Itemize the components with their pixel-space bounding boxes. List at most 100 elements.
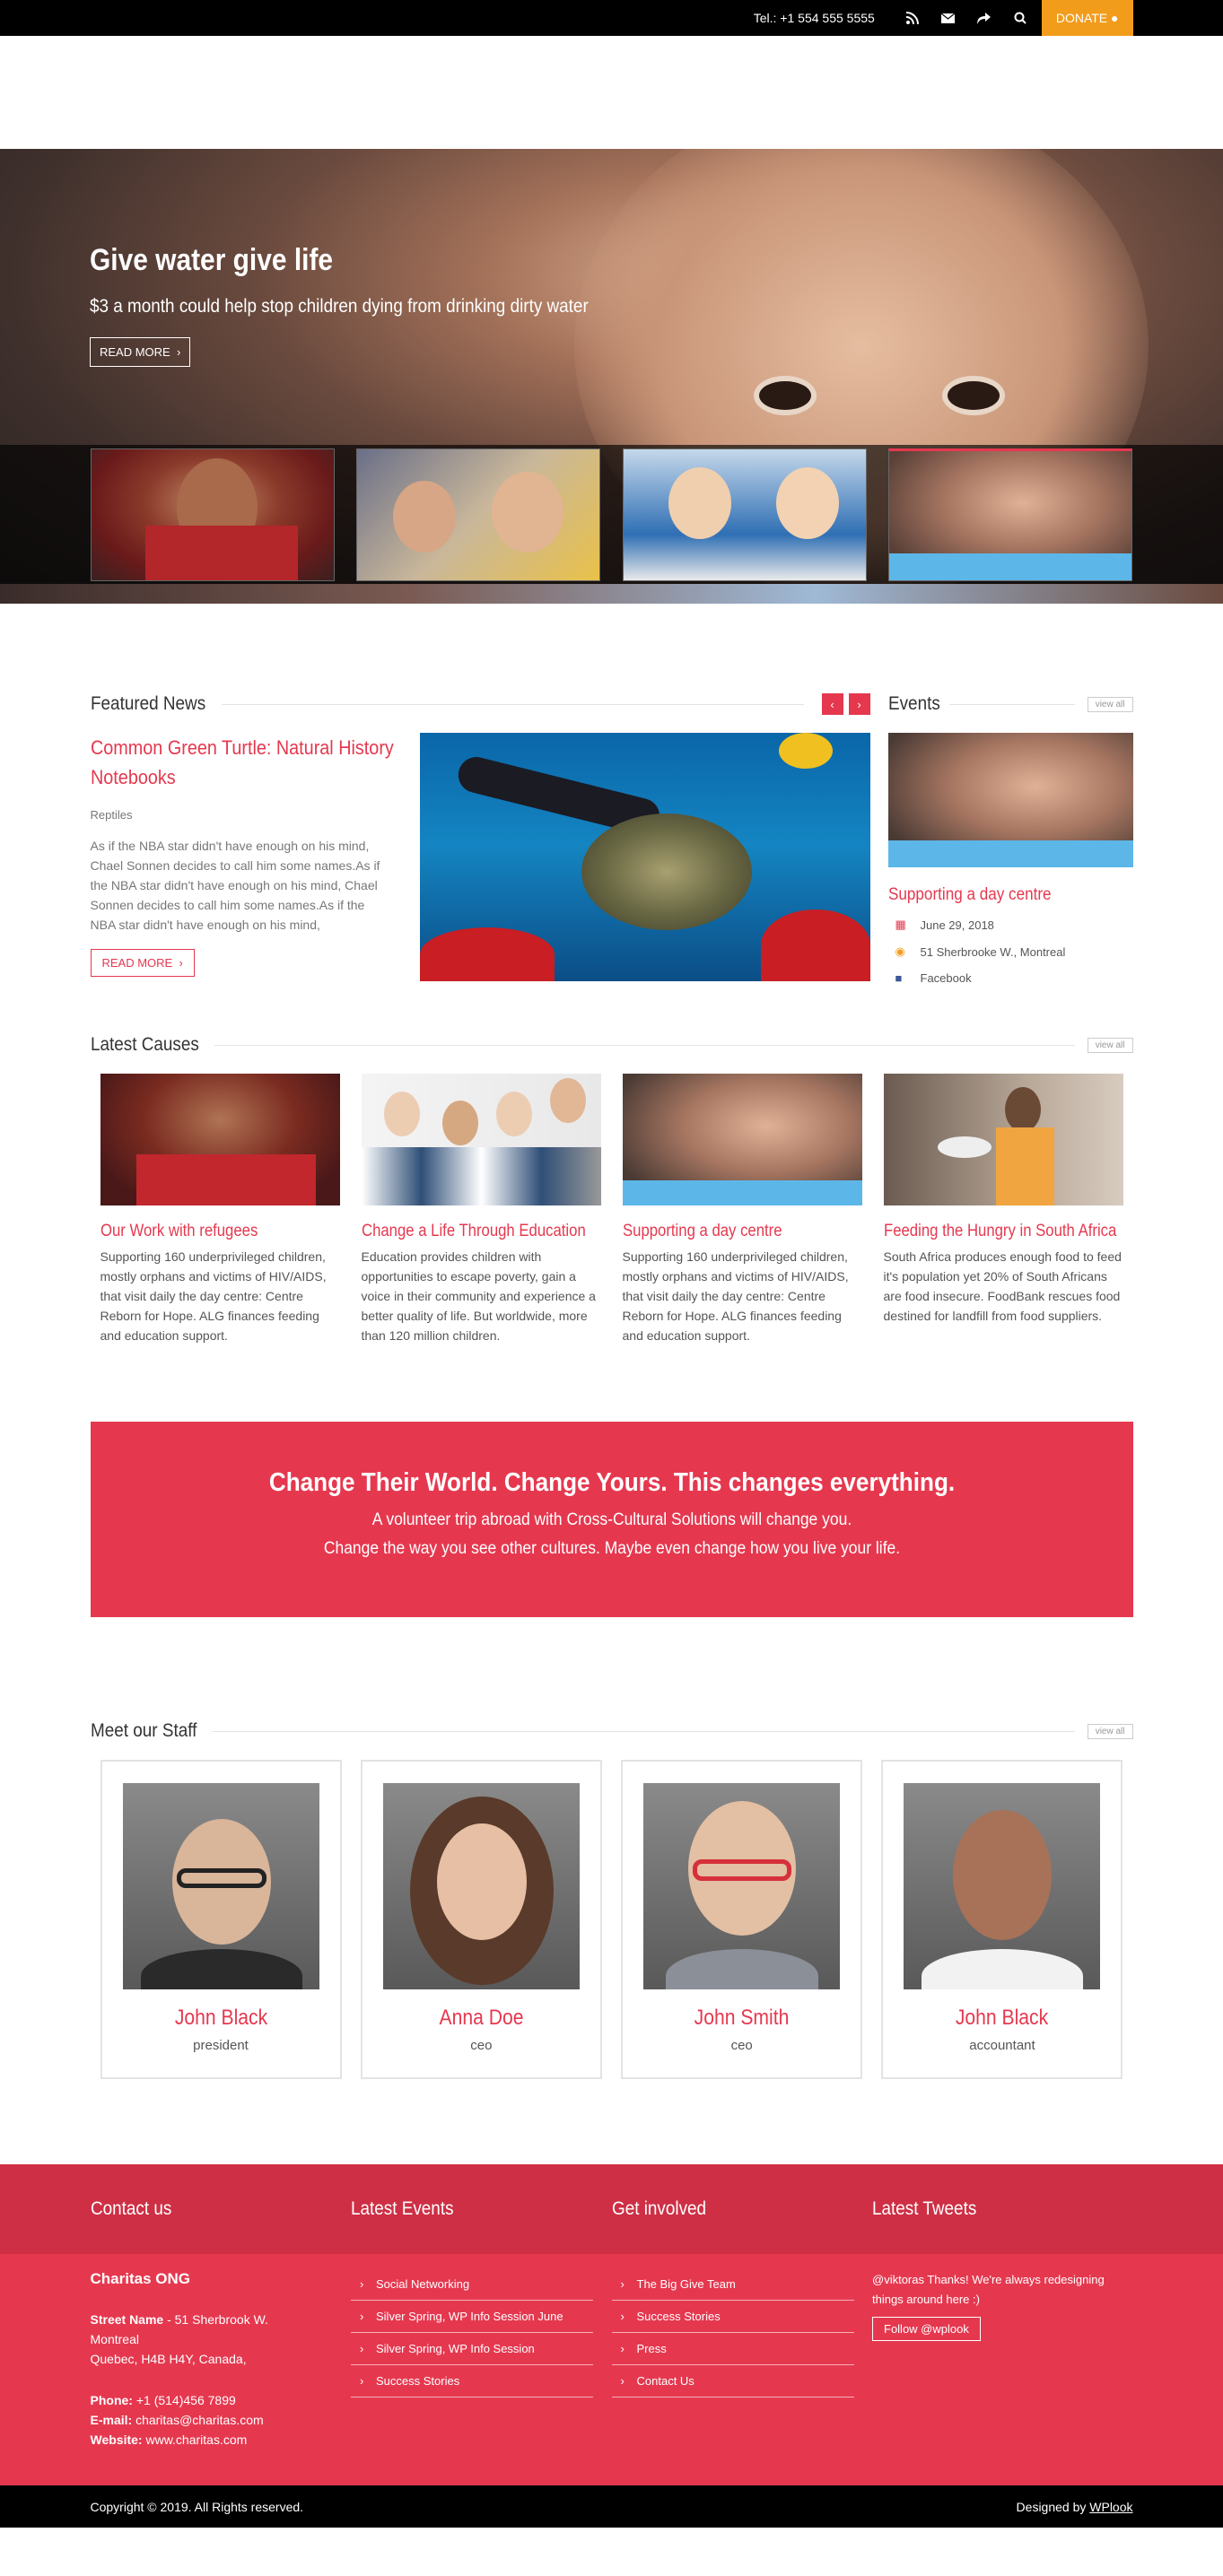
hero-read-more-button[interactable]: READ MORE › <box>90 337 191 367</box>
footer-events-heading: Latest Events <box>351 2198 454 2219</box>
footer-events-list: Social Networking Silver Spring, WP Info… <box>351 2270 612 2450</box>
staff-card[interactable]: John Black president <box>100 1760 342 2079</box>
bottom-bar: Copyright © 2019. All Rights reserved. D… <box>0 2485 1223 2528</box>
footer-involved-link[interactable]: Success Stories <box>611 2301 854 2333</box>
share-icon[interactable] <box>966 0 1002 36</box>
event-title[interactable]: Supporting a day centre <box>888 885 1109 905</box>
cause-title[interactable]: Our Work with refugees <box>100 1222 311 1241</box>
slider-thumbnails <box>0 445 1223 584</box>
copyright: Copyright © 2019. All Rights reserved. <box>90 2499 304 2514</box>
cta-title: Change Their World. Change Yours. This c… <box>268 1468 955 1497</box>
staff-card[interactable]: John Smith ceo <box>621 1760 863 2079</box>
footer-event-link[interactable]: Silver Spring, WP Info Session June <box>351 2301 593 2333</box>
staff-role: ceo <box>470 2038 493 2053</box>
footer-event-link[interactable]: Success Stories <box>351 2365 593 2398</box>
featured-read-more-button[interactable]: READ MORE › <box>90 949 195 977</box>
staff-heading: Meet our Staff <box>90 1720 197 1741</box>
staff-section: Meet our Staff view all John Black presi… <box>91 1720 1133 2079</box>
staff-role: ceo <box>730 2038 753 2053</box>
cause-title[interactable]: Change a Life Through Education <box>362 1222 586 1241</box>
staff-photo <box>382 1783 580 1989</box>
drop-icon: ● <box>1111 11 1119 25</box>
featured-post-title[interactable]: Common Green Turtle: Natural History Not… <box>91 733 397 792</box>
top-bar: Tel.: +1 554 555 5555 DONATE ● <box>0 0 1223 36</box>
contact-details: Phone: +1 (514)456 7899 E-mail: charitas… <box>90 2393 264 2447</box>
staff-name: John Smith <box>694 2006 790 2030</box>
calendar-icon: ▦ <box>895 918 906 931</box>
cause-card: Supporting a day centre Supporting 160 u… <box>622 1074 862 1345</box>
follow-button[interactable]: Follow @wplook <box>872 2317 981 2341</box>
featured-post-image[interactable] <box>419 733 870 981</box>
staff-name: John Black <box>956 2006 1049 2030</box>
search-icon[interactable] <box>1002 0 1038 36</box>
events-view-all-button[interactable]: view all <box>1087 696 1133 712</box>
staff-card[interactable]: John Black accountant <box>881 1760 1123 2079</box>
cause-text: Supporting 160 underprivileged children,… <box>100 1249 327 1343</box>
event-image[interactable] <box>887 733 1133 867</box>
designer-link[interactable]: WPlook <box>1089 2500 1132 2514</box>
footer-event-link[interactable]: Silver Spring, WP Info Session <box>351 2333 593 2365</box>
staff-view-all-button[interactable]: view all <box>1087 1723 1133 1739</box>
staff-card[interactable]: Anna Doe ceo <box>360 1760 602 2079</box>
prev-arrow-icon[interactable]: ‹ <box>821 693 843 715</box>
footer-involved-link[interactable]: The Big Give Team <box>611 2270 854 2301</box>
staff-name: Anna Doe <box>439 2006 524 2030</box>
footer-tweets: @viktoras Thanks! We're always redesigni… <box>872 2270 1133 2450</box>
featured-post-excerpt: As if the NBA star didn't have enough on… <box>90 839 380 932</box>
footer-involved-link[interactable]: Press <box>611 2333 854 2365</box>
staff-photo <box>904 1783 1101 1989</box>
cta-line-1: A volunteer trip abroad with Cross-Cultu… <box>371 1510 852 1529</box>
footer: Contact us Latest Events Get involved La… <box>0 2164 1223 2485</box>
tweet-text: @viktoras Thanks! We're always redesigni… <box>872 2273 1105 2306</box>
slider-thumb-3[interactable] <box>622 448 867 581</box>
causes-view-all-button[interactable]: view all <box>1087 1037 1133 1053</box>
facebook-icon: ■ <box>895 971 903 985</box>
staff-name: John Black <box>174 2006 267 2030</box>
latest-causes-heading: Latest Causes <box>90 1034 199 1055</box>
phone-number: Tel.: +1 554 555 5555 <box>753 11 875 25</box>
cause-text: Education provides children with opportu… <box>361 1249 596 1343</box>
hero-caption: Give water give life $3 a month could he… <box>90 243 644 367</box>
slider-thumb-4[interactable] <box>888 448 1133 581</box>
cause-title[interactable]: Supporting a day centre <box>623 1222 834 1241</box>
staff-photo <box>643 1783 841 1989</box>
org-name: Charitas ONG <box>90 2270 190 2287</box>
slider-thumb-2[interactable] <box>356 448 601 581</box>
cause-image[interactable] <box>100 1074 340 1205</box>
call-to-action-banner: Change Their World. Change Yours. This c… <box>90 1422 1133 1617</box>
address: Street Name - 51 Sherbrook W. Montreal Q… <box>90 2312 268 2366</box>
mail-icon[interactable] <box>930 0 966 36</box>
cause-card: Our Work with refugees Supporting 160 un… <box>100 1074 340 1345</box>
cause-text: Supporting 160 underprivileged children,… <box>622 1249 849 1343</box>
hero-slider: Give water give life $3 a month could he… <box>0 149 1223 604</box>
cause-title[interactable]: Feeding the Hungry in South Africa <box>884 1222 1116 1241</box>
staff-role: accountant <box>969 2038 1035 2053</box>
footer-contact-heading: Contact us <box>90 2198 171 2219</box>
rss-icon[interactable] <box>895 0 930 36</box>
featured-post-category: Reptiles <box>90 808 133 822</box>
cause-image[interactable] <box>622 1074 862 1205</box>
event-location: ◉ 51 Sherbrooke W., Montreal <box>895 944 1066 959</box>
cause-image[interactable] <box>361 1074 601 1205</box>
event-facebook[interactable]: ■ Facebook <box>888 971 1133 985</box>
hero-title: Give water give life <box>90 243 334 277</box>
email-link[interactable]: charitas@charitas.com <box>132 2413 264 2427</box>
donate-button[interactable]: DONATE ● <box>1041 0 1133 36</box>
featured-section: Featured News ‹ › Common Green Turtle: N… <box>90 693 1133 985</box>
footer-involved-link[interactable]: Contact Us <box>611 2365 854 2398</box>
footer-involved-heading: Get involved <box>611 2198 706 2219</box>
slider-thumb-1[interactable] <box>90 448 335 581</box>
designed-by: Designed by WPlook <box>1016 2499 1133 2514</box>
featured-news-heading: Featured News <box>90 693 205 714</box>
cause-image[interactable] <box>883 1074 1123 1205</box>
featured-news: Featured News ‹ › Common Green Turtle: N… <box>90 693 870 985</box>
next-arrow-icon[interactable]: › <box>848 693 870 715</box>
location-pin-icon: ◉ <box>895 944 905 958</box>
latest-causes-section: Latest Causes view all Our Work with ref… <box>91 1034 1133 1345</box>
website-link[interactable]: www.charitas.com <box>143 2432 247 2447</box>
cause-card: Feeding the Hungry in South Africa South… <box>883 1074 1123 1345</box>
events-heading: Events <box>887 693 940 714</box>
cta-line-2: Change the way you see other cultures. M… <box>323 1539 900 1558</box>
footer-event-link[interactable]: Social Networking <box>351 2270 593 2301</box>
cause-text: South Africa produces enough food to fee… <box>883 1249 1122 1323</box>
